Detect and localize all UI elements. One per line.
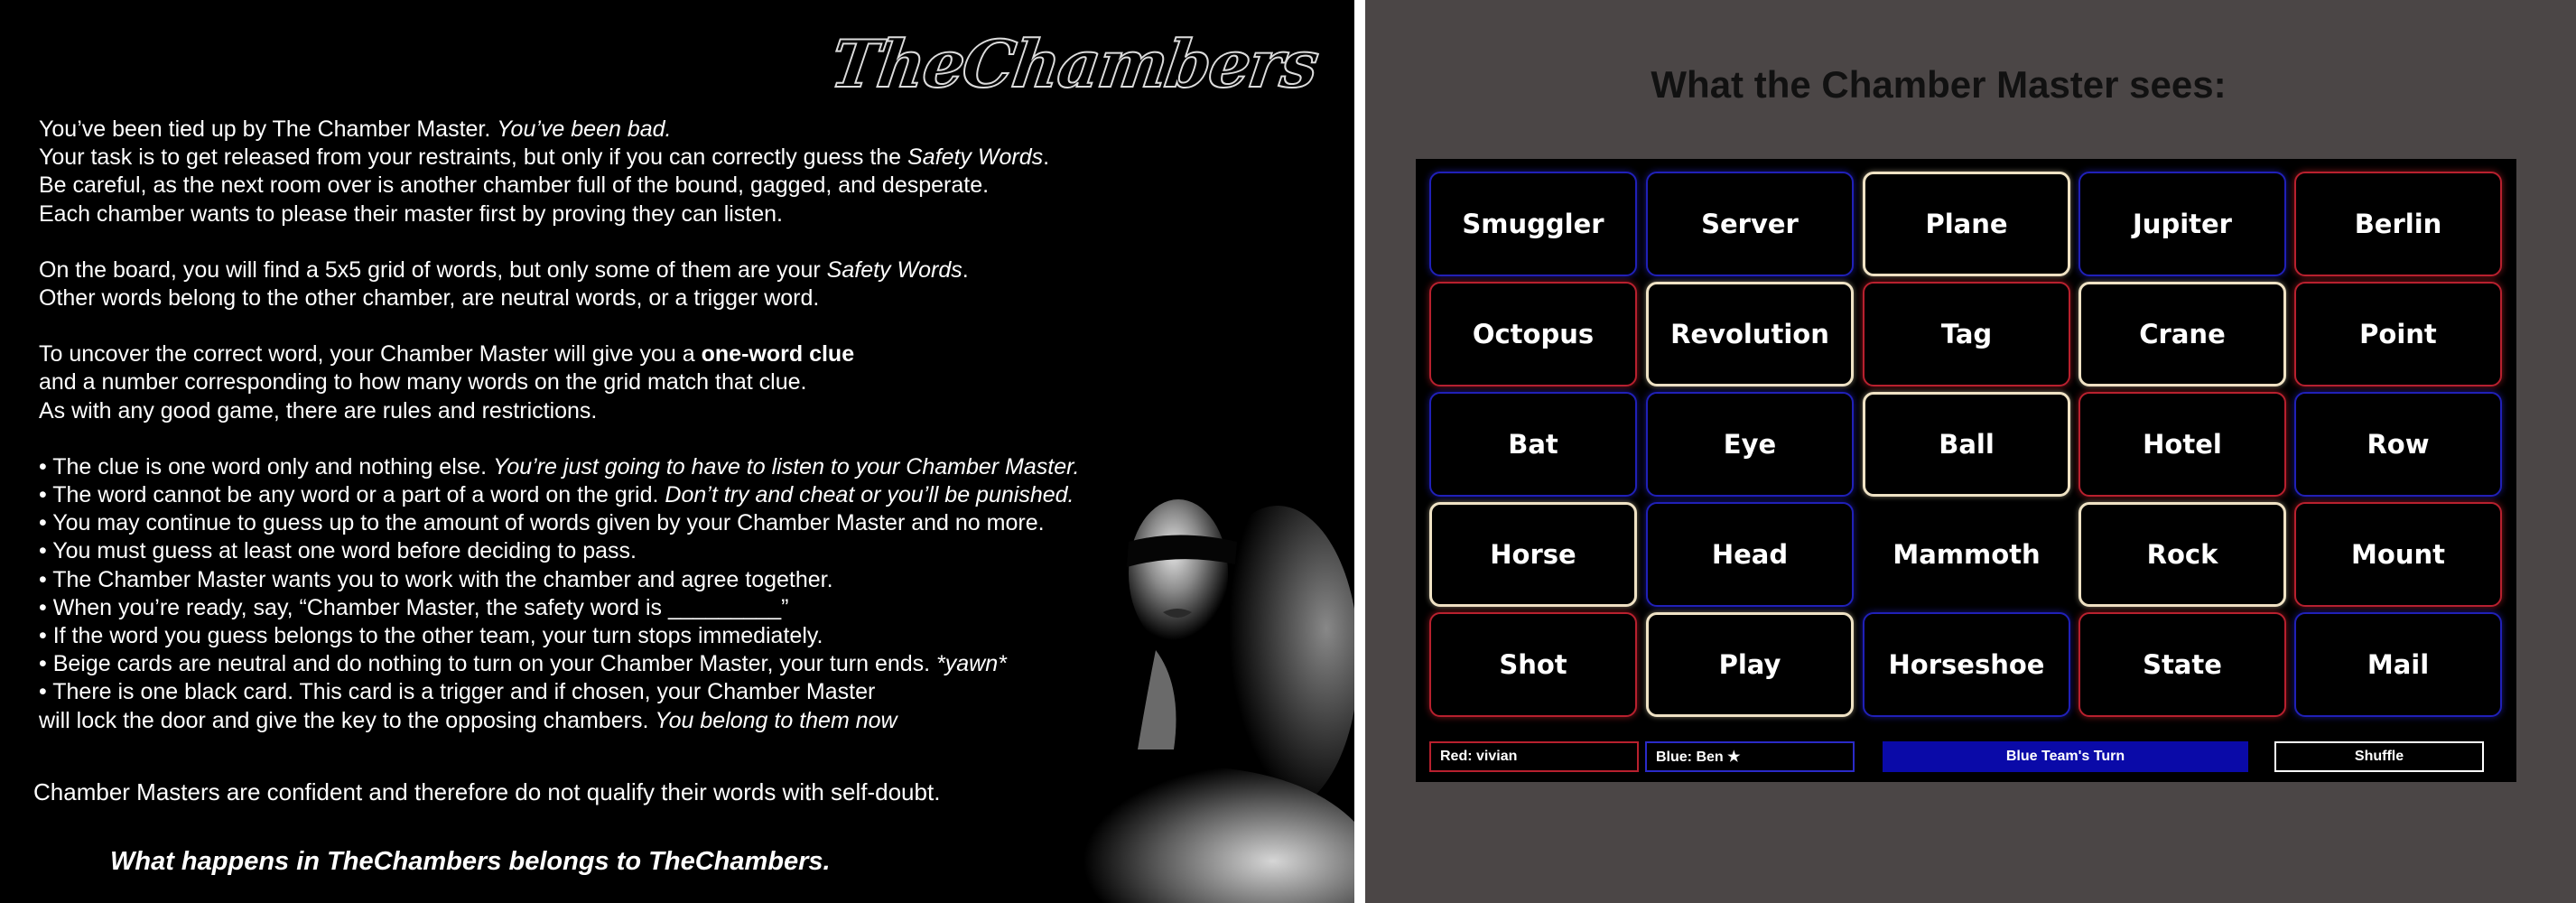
word-card[interactable]: Rock bbox=[2078, 502, 2286, 607]
word-card[interactable]: Revolution bbox=[1646, 282, 1854, 386]
word-card[interactable]: Point bbox=[2294, 282, 2502, 386]
word-card[interactable]: Jupiter bbox=[2078, 172, 2286, 276]
rules-list: • The clue is one word only and nothing … bbox=[39, 453, 1321, 735]
word-card[interactable]: Crane bbox=[2078, 282, 2286, 386]
word-card[interactable]: Play bbox=[1646, 612, 1854, 717]
list-item: • You must guess at least one word befor… bbox=[39, 538, 637, 564]
list-item: • Beige cards are neutral and do nothing… bbox=[39, 651, 1007, 677]
word-card[interactable]: Shot bbox=[1429, 612, 1637, 717]
word-card[interactable]: Berlin bbox=[2294, 172, 2502, 276]
word-card[interactable]: Hotel bbox=[2078, 392, 2286, 497]
list-item: • When you’re ready, say, “Chamber Maste… bbox=[39, 594, 789, 620]
word-card[interactable]: Mammoth bbox=[1863, 502, 2070, 607]
list-item: • You may continue to guess up to the am… bbox=[39, 510, 1045, 536]
confidence-note: Chamber Masters are confident and theref… bbox=[33, 778, 941, 805]
list-item: • The clue is one word only and nothing … bbox=[39, 453, 1080, 479]
rules-text: You’ve been tied up by The Chamber Maste… bbox=[39, 116, 1321, 763]
panel-divider bbox=[1354, 0, 1365, 903]
word-card[interactable]: Mount bbox=[2294, 502, 2502, 607]
word-card[interactable]: Smuggler bbox=[1429, 172, 1637, 276]
rules-panel: TheChambers You’ve been tied up by The C… bbox=[0, 0, 1354, 903]
list-item: will lock the door and give the key to t… bbox=[39, 707, 897, 733]
blue-team-label: Blue: Ben ★ bbox=[1645, 741, 1855, 772]
word-card[interactable]: Row bbox=[2294, 392, 2502, 497]
closing-tagline: What happens in TheChambers belongs to T… bbox=[110, 847, 831, 876]
word-card[interactable]: Ball bbox=[1863, 392, 2070, 497]
word-card[interactable]: Server bbox=[1646, 172, 1854, 276]
word-card[interactable]: Plane bbox=[1863, 172, 2070, 276]
red-team-label: Red: vivian bbox=[1429, 741, 1639, 772]
game-board: Smuggler Server Plane Jupiter Berlin Octopus R… bbox=[1416, 159, 2516, 782]
word-card[interactable]: Horse bbox=[1429, 502, 1637, 607]
turn-indicator: Blue Team's Turn bbox=[1883, 741, 2248, 772]
shuffle-button[interactable]: Shuffle bbox=[2274, 741, 2484, 772]
intro-paragraph: You’ve been tied up by The Chamber Maste… bbox=[39, 116, 1050, 227]
app-logo: TheChambers bbox=[825, 24, 1323, 103]
list-item: • There is one black card. This card is … bbox=[39, 679, 876, 705]
page-title: What the Chamber Master sees: bbox=[1651, 63, 2227, 106]
word-card[interactable]: State bbox=[2078, 612, 2286, 717]
list-item: • If the word you guess belongs to the o… bbox=[39, 623, 823, 649]
word-card[interactable]: Eye bbox=[1646, 392, 1854, 497]
word-card[interactable]: Tag bbox=[1863, 282, 2070, 386]
word-card[interactable]: Mail bbox=[2294, 612, 2502, 717]
board-paragraph: On the board, you will find a 5x5 grid o… bbox=[39, 256, 969, 312]
word-card[interactable]: Octopus bbox=[1429, 282, 1637, 386]
word-card[interactable]: Horseshoe bbox=[1863, 612, 2070, 717]
clue-paragraph: To uncover the correct word, your Chambe… bbox=[39, 341, 855, 424]
word-card[interactable]: Bat bbox=[1429, 392, 1637, 497]
word-card[interactable]: Head bbox=[1646, 502, 1854, 607]
list-item: • The Chamber Master wants you to work w… bbox=[39, 566, 833, 592]
list-item: • The word cannot be any word or a part … bbox=[39, 482, 1074, 508]
game-panel: What the Chamber Master sees: Smuggler Se… bbox=[1365, 0, 2576, 903]
